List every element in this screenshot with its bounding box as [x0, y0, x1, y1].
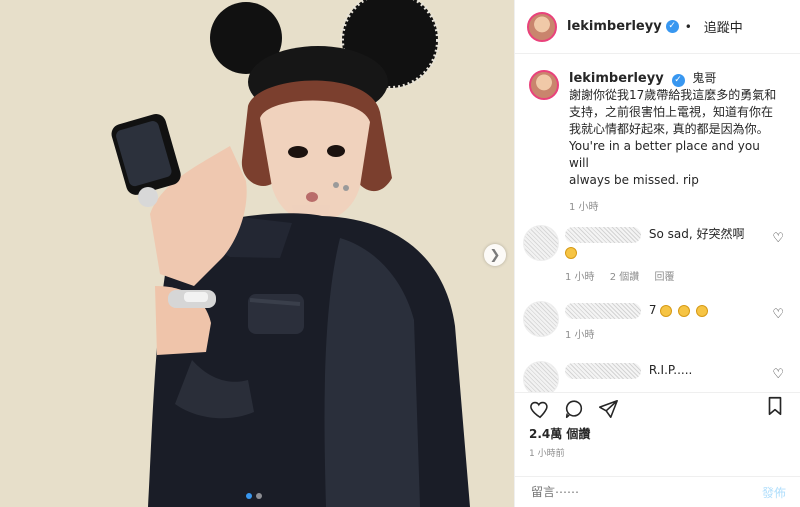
- comment-text-row: R.I.P.....: [565, 361, 786, 379]
- chevron-right-icon: ❯: [489, 247, 501, 263]
- author-username[interactable]: lekimberleyy: [567, 19, 662, 34]
- post-photo[interactable]: ❯: [0, 0, 514, 507]
- verified-badge-icon: ✓: [665, 20, 679, 33]
- comment-heart-icon[interactable]: ♡: [772, 231, 784, 246]
- comment-body: R.I.P.....: [565, 361, 786, 392]
- caption-avatar[interactable]: [529, 70, 559, 100]
- comment-1: So sad, 好突然啊 1 小時 2 個讚 回覆 ♡: [515, 225, 800, 287]
- caption-username[interactable]: lekimberleyy: [569, 71, 664, 86]
- comment-composer: 發佈: [515, 476, 800, 507]
- caption-body: lekimberleyy ✓ 鬼哥 謝謝你從我17歲帶給我這麼多的勇氣和 支持，…: [569, 70, 777, 216]
- likes-count[interactable]: 2.4萬 個讚: [515, 425, 800, 442]
- post-header: lekimberleyy ✓ • 追蹤中: [515, 0, 800, 54]
- caption-text-line-4: You're in a better place and you will: [569, 139, 760, 170]
- caption-block: lekimberleyy ✓ 鬼哥 謝謝你從我17歲帶給我這麼多的勇氣和 支持，…: [515, 56, 800, 216]
- share-paper-plane-icon[interactable]: [597, 398, 619, 420]
- comment-2: 7 1 小時 ♡: [515, 301, 800, 345]
- save-bookmark-icon[interactable]: [764, 395, 786, 417]
- comment-heart-icon[interactable]: ♡: [772, 367, 784, 382]
- frown-emoji-icon: [660, 304, 673, 317]
- frown-emoji-icon: [695, 304, 708, 317]
- comment-text: R.I.P.....: [648, 363, 693, 377]
- follow-status-button[interactable]: 追蹤中: [704, 17, 743, 36]
- comment-time: 1 小時: [565, 330, 595, 341]
- sad-face-emoji-icon: [565, 246, 577, 259]
- comment-meta: 1 小時 2 個讚 回覆: [565, 269, 786, 287]
- caption-text-line-2: 支持，之前很害怕上電視，知道有你在: [569, 105, 774, 119]
- caption-verified-icon: ✓: [671, 74, 685, 87]
- next-photo-button[interactable]: ❯: [484, 244, 506, 266]
- comment-input[interactable]: [529, 484, 762, 500]
- comment-bubble-icon[interactable]: [563, 398, 585, 420]
- instagram-post-view: ❯ lekimberleyy ✓ • 追蹤中 lekimberleyy ✓ 鬼哥: [0, 0, 800, 507]
- comment-meta: 1 小時: [565, 327, 786, 345]
- comment-emoji-row: [565, 243, 786, 261]
- caption-text-line-0: 鬼哥: [692, 71, 717, 85]
- comment-avatar-blurred: [523, 361, 559, 392]
- caption-time: 1 小時: [569, 202, 599, 213]
- comment-body: So sad, 好突然啊 1 小時 2 個讚 回覆: [565, 225, 786, 287]
- comment-text-row: 7: [565, 301, 786, 319]
- author-avatar[interactable]: [527, 11, 557, 42]
- comment-username-blurred: [565, 226, 641, 243]
- caption-text-line-3: 我就心情都好起來, 真的都是因為你。: [569, 122, 769, 136]
- comment-avatar-blurred: [523, 301, 559, 337]
- comment-3: R.I.P..... ♡: [515, 361, 800, 392]
- comment-heart-icon[interactable]: ♡: [772, 307, 784, 322]
- post-actions: 2.4萬 個讚 1 小時前: [515, 392, 800, 459]
- comment-avatar-blurred: [523, 225, 559, 261]
- comment-text: 7: [648, 303, 657, 317]
- comments-panel: lekimberleyy ✓ 鬼哥 謝謝你從我17歲帶給我這麼多的勇氣和 支持，…: [515, 56, 800, 392]
- comment-username-blurred: [565, 362, 641, 379]
- like-heart-icon[interactable]: [529, 398, 551, 420]
- frown-emoji-icon: [678, 304, 691, 317]
- comment-username-blurred: [565, 302, 641, 319]
- caption-first-line: lekimberleyy ✓ 鬼哥: [569, 70, 777, 87]
- carousel-dots: [246, 493, 262, 499]
- post-time-ago: 1 小時前: [529, 449, 565, 459]
- caption-text-line-1: 謝謝你從我17歲帶給我這麼多的勇氣和: [569, 88, 777, 102]
- carousel-dot-active: [246, 493, 252, 499]
- caption-text-line-5: always be missed. rip: [569, 173, 699, 187]
- carousel-dot: [256, 493, 262, 499]
- comment-text: So sad, 好突然啊: [648, 227, 745, 241]
- separator-dot: •: [684, 19, 692, 34]
- comment-body: 7 1 小時: [565, 301, 786, 345]
- comment-text-row: So sad, 好突然啊: [565, 225, 786, 243]
- comment-time: 1 小時: [565, 272, 595, 283]
- post-comment-button[interactable]: 發佈: [762, 484, 786, 501]
- comment-likes[interactable]: 2 個讚: [610, 272, 640, 283]
- action-icons-row: [515, 395, 800, 423]
- post-sidebar: lekimberleyy ✓ • 追蹤中 lekimberleyy ✓ 鬼哥 謝…: [514, 0, 800, 507]
- photo-illustration: [0, 0, 514, 507]
- comment-reply-button[interactable]: 回覆: [654, 272, 674, 283]
